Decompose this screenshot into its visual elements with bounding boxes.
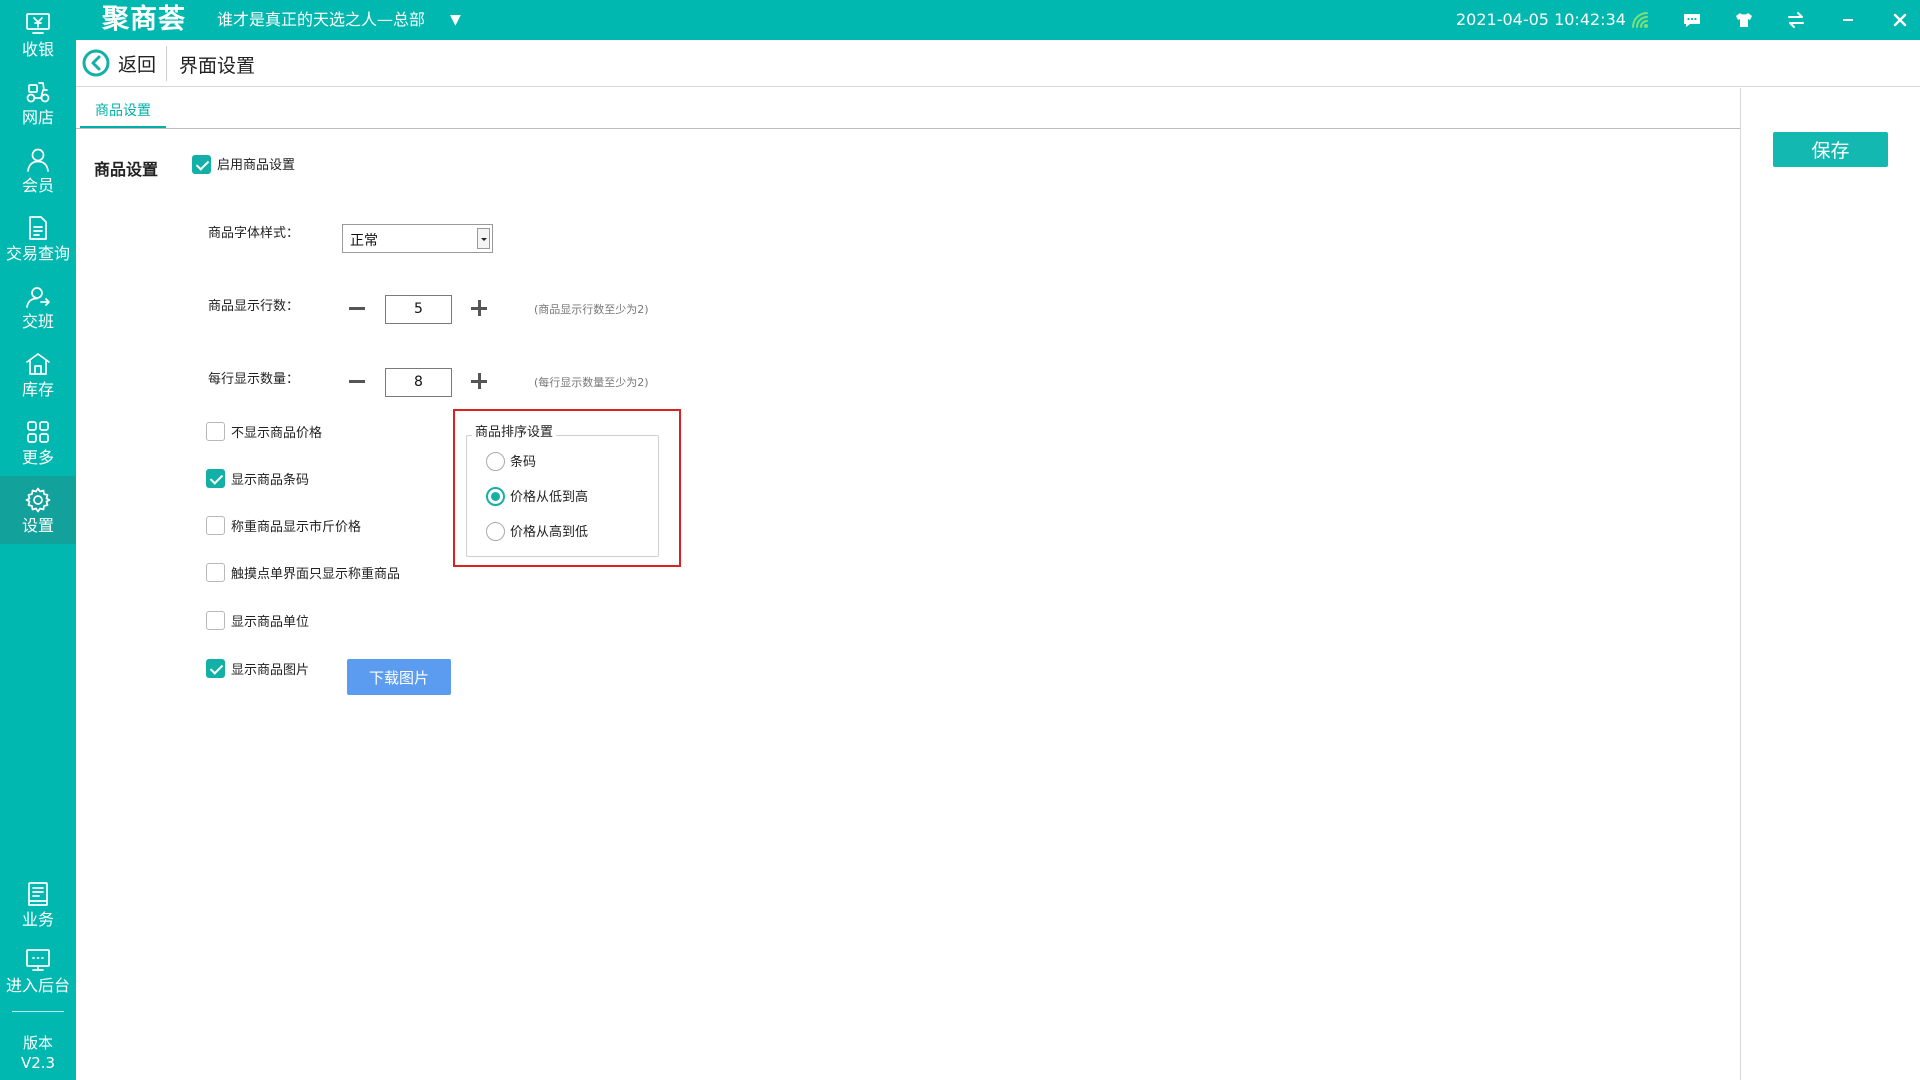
backend-icon: [26, 948, 50, 971]
display-rows-label: 商品显示行数：: [208, 299, 300, 314]
rows-hint: (商品显示行数至少为2): [534, 303, 649, 316]
shirt-skin-icon[interactable]: [1732, 8, 1756, 32]
back-label: 返回: [118, 53, 157, 76]
settings-icon: [25, 487, 51, 512]
sidebar-item-settings[interactable]: 设置: [0, 476, 76, 544]
sidebar-item-label: 网店: [21, 107, 54, 127]
show-barcode-label: 显示商品条码: [231, 473, 310, 488]
font-style-select[interactable]: 正常: [342, 224, 493, 253]
more-icon: [27, 420, 49, 443]
store-dropdown-icon[interactable]: ▼: [450, 9, 461, 31]
title-bar: 聚商荟 谁才是真正的天选之人—总部 ▼ 2021-04-05 10:42:34: [76, 0, 1920, 40]
sidebar-item-label: 库存: [21, 379, 54, 399]
sort-settings-title: 商品排序设置: [472, 424, 557, 442]
sidebar-item-label: 交班: [21, 311, 54, 331]
delivery-icon: [26, 81, 50, 102]
hide-price-checkbox[interactable]: [206, 422, 225, 441]
sort-barcode-radio[interactable]: [486, 452, 505, 471]
store-name[interactable]: 谁才是真正的天选之人—总部: [217, 9, 425, 31]
per-row-decrement-button[interactable]: [346, 370, 368, 392]
transaction-icon: [29, 215, 47, 240]
weighed-jin-price-label: 称重商品显示市斤价格: [231, 520, 362, 535]
section-title: 商品设置: [94, 160, 159, 179]
sidebar-item-label: 进入后台: [5, 975, 70, 995]
panel-divider: [1740, 88, 1741, 1080]
rows-input[interactable]: 5: [385, 295, 452, 324]
show-unit-label: 显示商品单位: [231, 615, 310, 630]
sidebar-item-label: 会员: [21, 175, 54, 195]
sort-price-desc-radio[interactable]: [486, 522, 505, 541]
version-info: 版本 V2.3: [0, 1033, 76, 1073]
sync-icon[interactable]: [1784, 8, 1808, 32]
page-header: 返回 界面设置: [76, 40, 1920, 87]
sidebar-divider: [12, 1011, 64, 1012]
sidebar-item-shift[interactable]: 交班: [0, 272, 76, 340]
tab-divider: [76, 128, 1740, 129]
cashier-icon: [26, 12, 50, 34]
sort-barcode-label: 条码: [510, 455, 537, 470]
back-button[interactable]: 返回: [82, 47, 156, 79]
per-row-label: 每行显示数量：: [208, 372, 300, 387]
inventory-icon: [26, 352, 50, 375]
weighed-jin-price-checkbox[interactable]: [206, 516, 225, 535]
tab-product-settings[interactable]: 商品设置: [80, 100, 166, 128]
sidebar-item-label: 设置: [21, 515, 54, 535]
chevron-down-icon[interactable]: [477, 228, 490, 249]
font-style-label: 商品字体样式：: [208, 226, 300, 241]
touch-weighed-only-checkbox[interactable]: [206, 563, 225, 582]
enable-product-settings-label: 启用商品设置: [217, 158, 296, 173]
per-row-hint: (每行显示数量至少为2): [534, 376, 649, 389]
download-images-button[interactable]: 下载图片: [347, 659, 451, 695]
per-row-input[interactable]: 8: [385, 368, 452, 397]
message-icon[interactable]: [1680, 8, 1704, 32]
sidebar-item-label: 收银: [21, 39, 54, 59]
sidebar-item-backend[interactable]: 进入后台: [0, 936, 76, 1004]
header-divider: [166, 46, 167, 81]
minimize-icon[interactable]: [1836, 8, 1860, 32]
version-label: 版本: [22, 1034, 53, 1052]
app-logo: 聚商荟: [102, 4, 186, 35]
rows-increment-button[interactable]: [468, 297, 490, 319]
sidebar-item-cashier[interactable]: 收银: [0, 0, 76, 68]
touch-weighed-only-label: 触摸点单界面只显示称重商品: [231, 567, 401, 582]
sidebar: 收银 网店 会员 交易查询 交班 库存 更多 设置 业务 进入后台 版本 V2.…: [0, 0, 76, 1080]
show-unit-checkbox[interactable]: [206, 611, 225, 630]
save-button[interactable]: 保存: [1773, 132, 1888, 167]
close-icon[interactable]: [1888, 8, 1912, 32]
sort-price-desc-label: 价格从高到低: [510, 525, 589, 540]
show-image-checkbox[interactable]: [206, 659, 225, 678]
sidebar-item-online-store[interactable]: 网店: [0, 68, 76, 136]
member-icon: [27, 148, 49, 172]
sort-price-asc-label: 价格从低到高: [510, 490, 589, 505]
version-number: V2.3: [20, 1054, 56, 1072]
page-title: 界面设置: [179, 55, 256, 77]
shift-icon: [26, 286, 50, 308]
sort-price-asc-radio[interactable]: [486, 487, 505, 506]
wifi-signal-icon[interactable]: [1628, 8, 1652, 32]
font-style-value: 正常: [350, 233, 378, 249]
sidebar-item-label: 业务: [21, 909, 54, 929]
sidebar-item-transactions[interactable]: 交易查询: [0, 204, 76, 272]
sidebar-item-label: 更多: [21, 447, 54, 467]
datetime-display: 2021-04-05 10:42:34: [1456, 10, 1626, 29]
rows-decrement-button[interactable]: [346, 297, 368, 319]
sidebar-item-inventory[interactable]: 库存: [0, 340, 76, 408]
sidebar-item-more[interactable]: 更多: [0, 408, 76, 476]
sidebar-item-business[interactable]: 业务: [0, 870, 76, 938]
enable-product-settings-checkbox[interactable]: [192, 155, 211, 174]
back-arrow-icon: [82, 49, 110, 77]
hide-price-label: 不显示商品价格: [231, 426, 323, 441]
show-barcode-checkbox[interactable]: [206, 469, 225, 488]
business-icon: [28, 881, 48, 906]
sidebar-item-label: 交易查询: [5, 243, 70, 263]
show-image-label: 显示商品图片: [231, 663, 310, 678]
sidebar-item-member[interactable]: 会员: [0, 136, 76, 204]
per-row-increment-button[interactable]: [468, 370, 490, 392]
